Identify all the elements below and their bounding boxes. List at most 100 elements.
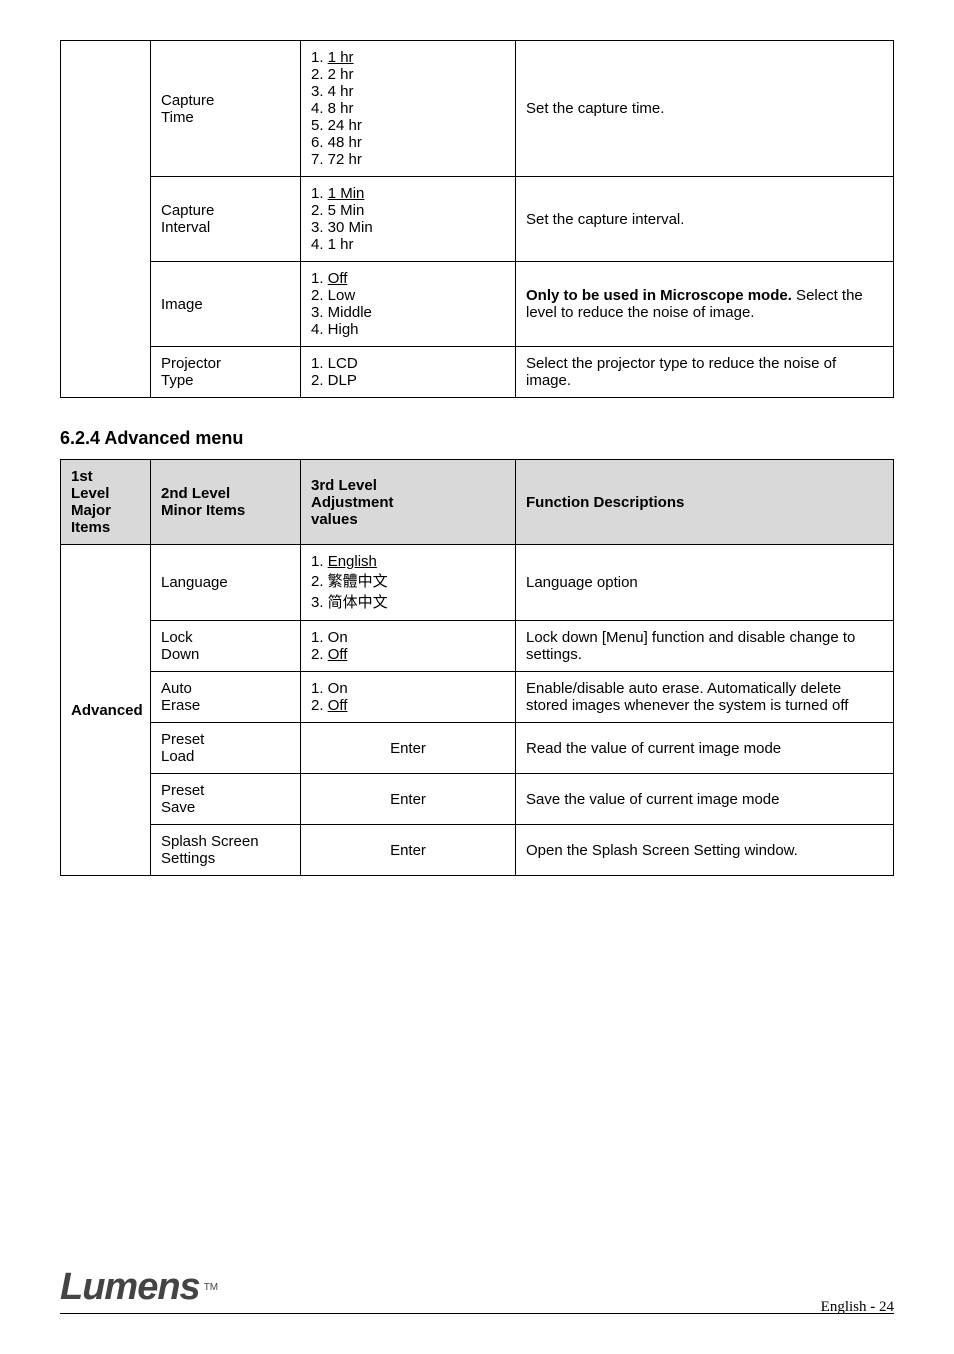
minor-item-label: Preset (161, 731, 204, 748)
table-row: Preset Save Enter Save the value of curr… (61, 774, 894, 825)
header-label: values (311, 511, 358, 528)
group-cell (61, 41, 151, 398)
value-option: 4. 8 hr (311, 100, 354, 117)
value-option: 2. 5 Min (311, 202, 364, 219)
description-cell: Only to be used in Microscope mode. Sele… (516, 262, 894, 347)
header-function-descriptions: Function Descriptions (516, 460, 894, 545)
table-row: Auto Erase 1. On 2. Off Enable/disable a… (61, 672, 894, 723)
header-level-1: 1st Level Major Items (61, 460, 151, 545)
page: Capture Time 1. 1 hr 2. 2 hr 3. 4 hr 4. … (0, 0, 954, 1354)
description-cell: Lock down [Menu] function and disable ch… (516, 621, 894, 672)
minor-item-cell: Image (151, 262, 301, 347)
value-option: 2. DLP (311, 372, 357, 389)
footer-divider (60, 1313, 894, 1314)
value-option: 3. 30 Min (311, 219, 373, 236)
values-cell: 1. Off 2. Low 3. Middle 4. High (301, 262, 516, 347)
table-row: Capture Interval 1. 1 Min 2. 5 Min 3. 30… (61, 177, 894, 262)
minor-item-label: Load (161, 748, 194, 765)
value-option: 5. 24 hr (311, 117, 362, 134)
minor-item-label: Type (161, 372, 194, 389)
header-label: 3rd Level (311, 477, 377, 494)
header-label: 2nd Level (161, 485, 230, 502)
description-bold: Only to be used in Microscope mode. (526, 287, 792, 304)
table-header-row: 1st Level Major Items 2nd Level Minor It… (61, 460, 894, 545)
minor-item-cell: Capture Time (151, 41, 301, 177)
values-cell: 1. 1 hr 2. 2 hr 3. 4 hr 4. 8 hr 5. 24 hr… (301, 41, 516, 177)
settings-table-1: Capture Time 1. 1 hr 2. 2 hr 3. 4 hr 4. … (60, 40, 894, 398)
minor-item-cell: Lock Down (151, 621, 301, 672)
table-row: Splash Screen Settings Enter Open the Sp… (61, 825, 894, 876)
header-label: Items (71, 519, 110, 536)
value-option: 1. (311, 49, 324, 66)
minor-item-cell: Projector Type (151, 347, 301, 398)
minor-item-cell: Splash Screen Settings (151, 825, 301, 876)
page-number: English - 24 (821, 1299, 894, 1316)
minor-item-label: Time (161, 109, 194, 126)
value-option: 2. (311, 646, 324, 663)
minor-item-label: Down (161, 646, 199, 663)
header-label: Major (71, 502, 111, 519)
values-cell: 1. On 2. Off (301, 621, 516, 672)
description-cell: Read the value of current image mode (516, 723, 894, 774)
value-option: 3. Middle (311, 304, 372, 321)
minor-item-label: Projector (161, 355, 221, 372)
values-cell: 1. English 2. 繁體中文 3. 简体中文 (301, 545, 516, 621)
minor-item-label: Interval (161, 219, 210, 236)
table-row: Preset Load Enter Read the value of curr… (61, 723, 894, 774)
value-option-default: 1 hr (328, 49, 354, 66)
value-option: 1. (311, 553, 324, 570)
section-heading-advanced-menu: 6.2.4 Advanced menu (60, 428, 894, 449)
minor-item-cell: Language (151, 545, 301, 621)
value-option: 3. 4 hr (311, 83, 354, 100)
value-option: 2. 2 hr (311, 66, 354, 83)
minor-item-label: Capture (161, 92, 214, 109)
value-option: 4. 1 hr (311, 236, 354, 253)
description-cell: Save the value of current image mode (516, 774, 894, 825)
value-option: 6. 48 hr (311, 134, 362, 151)
value-option: 7. 72 hr (311, 151, 362, 168)
minor-item-cell: Preset Save (151, 774, 301, 825)
values-cell: 1. On 2. Off (301, 672, 516, 723)
value-option: 2. (311, 697, 324, 714)
description-cell: Set the capture time. (516, 41, 894, 177)
value-option-default: 1 Min (328, 185, 365, 202)
value-option-default: Off (328, 697, 348, 714)
value-option-default: Off (328, 270, 348, 287)
value-option: 1. (311, 185, 324, 202)
brand-logo: Lumens TM (60, 1266, 894, 1309)
table-row: Projector Type 1. LCD 2. DLP Select the … (61, 347, 894, 398)
value-option: 1. On (311, 629, 348, 646)
minor-item-label: Auto (161, 680, 192, 697)
table-row: Advanced Language 1. English 2. 繁體中文 3. … (61, 545, 894, 621)
description-cell: Language option (516, 545, 894, 621)
value-option: 1. (311, 270, 324, 287)
description-cell: Open the Splash Screen Setting window. (516, 825, 894, 876)
values-cell: 1. LCD 2. DLP (301, 347, 516, 398)
header-label: Level (71, 485, 109, 502)
value-option: 2. Low (311, 287, 355, 304)
minor-item-label: Erase (161, 697, 200, 714)
value-option-default: Off (328, 646, 348, 663)
table-row: Capture Time 1. 1 hr 2. 2 hr 3. 4 hr 4. … (61, 41, 894, 177)
header-label: Minor Items (161, 502, 245, 519)
description-cell: Set the capture interval. (516, 177, 894, 262)
value-option: 4. High (311, 321, 359, 338)
values-cell: Enter (301, 774, 516, 825)
minor-item-label: Lock (161, 629, 193, 646)
advanced-menu-table: 1st Level Major Items 2nd Level Minor It… (60, 459, 894, 876)
value-option: 2. 繁體中文 (311, 573, 388, 590)
header-level-2: 2nd Level Minor Items (151, 460, 301, 545)
minor-item-label: Save (161, 799, 195, 816)
values-cell: Enter (301, 825, 516, 876)
group-label: Advanced (71, 702, 143, 719)
table-row: Lock Down 1. On 2. Off Lock down [Menu] … (61, 621, 894, 672)
minor-item-cell: Auto Erase (151, 672, 301, 723)
header-label: 1st (71, 468, 93, 485)
minor-item-label: Capture (161, 202, 214, 219)
header-level-3: 3rd Level Adjustment values (301, 460, 516, 545)
value-option: 3. 简体中文 (311, 594, 388, 611)
value-option: 1. On (311, 680, 348, 697)
trademark-symbol: TM (204, 1282, 218, 1293)
page-footer: Lumens TM English - 24 (60, 1266, 894, 1314)
minor-item-cell: Capture Interval (151, 177, 301, 262)
